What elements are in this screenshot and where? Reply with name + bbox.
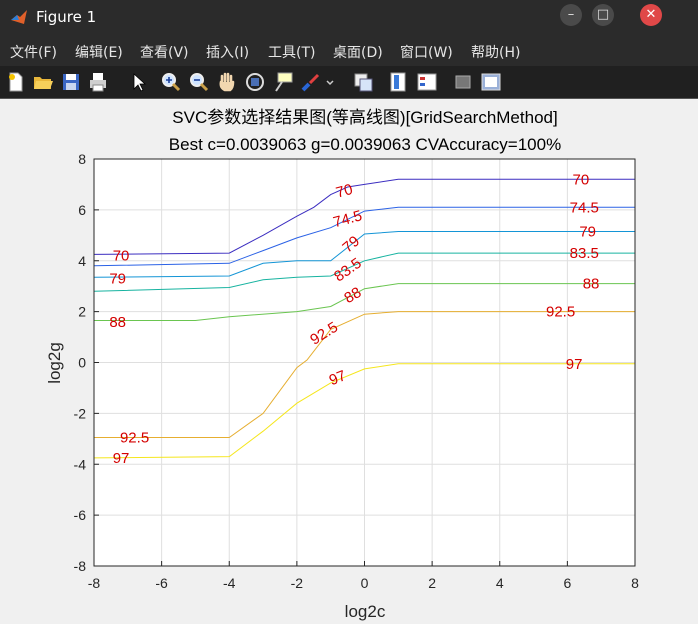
y-tick-label: 6	[78, 202, 86, 218]
title-bar: Figure 1 – □ ✕	[0, 0, 698, 36]
contour-label: 70	[113, 248, 130, 265]
menu-tools[interactable]: 工具(T)	[268, 42, 315, 62]
menu-bar: 文件(F) 编辑(E) 查看(V) 插入(I) 工具(T) 桌面(D) 窗口(W…	[0, 36, 698, 66]
rotate-3d-icon[interactable]	[244, 71, 266, 93]
hide-plot-tools-icon[interactable]	[452, 71, 474, 93]
open-file-icon[interactable]	[32, 71, 54, 93]
contour-label: 79	[579, 223, 596, 240]
legend-icon[interactable]	[416, 71, 438, 93]
x-tick-label: -2	[291, 575, 304, 591]
contour-label: 92.5	[546, 304, 575, 321]
x-tick-label: 0	[361, 575, 369, 591]
x-tick-label: -4	[223, 575, 236, 591]
new-figure-icon[interactable]	[5, 71, 27, 93]
menu-file[interactable]: 文件(F)	[10, 42, 57, 62]
contour-label: 97	[566, 356, 583, 373]
y-tick-label: 8	[78, 151, 86, 167]
figure-area: SVC参数选择结果图(等高线图)[GridSearchMethod] Best …	[0, 99, 698, 624]
y-tick-label: -6	[74, 507, 87, 523]
pan-hand-icon[interactable]	[216, 71, 238, 93]
menu-insert[interactable]: 插入(I)	[206, 42, 249, 62]
contour-label: 97	[113, 450, 130, 467]
show-plot-tools-icon[interactable]	[480, 71, 502, 93]
minimize-button[interactable]: –	[560, 4, 582, 26]
y-tick-label: -4	[74, 456, 87, 472]
y-tick-label: 0	[78, 355, 86, 371]
contour-label: 70	[573, 171, 590, 188]
y-tick-label: 2	[78, 304, 86, 320]
menu-edit[interactable]: 编辑(E)	[75, 42, 123, 62]
data-cursor-icon[interactable]	[272, 71, 294, 93]
matlab-logo-icon	[11, 10, 27, 24]
toolbar	[0, 66, 698, 99]
brush-dropdown-icon[interactable]	[324, 71, 336, 93]
colorbar-icon[interactable]	[388, 71, 410, 93]
zoom-in-icon[interactable]	[160, 71, 182, 93]
contour-label: 79	[109, 271, 126, 288]
y-tick-label: 4	[78, 253, 86, 269]
zoom-out-icon[interactable]	[188, 71, 210, 93]
x-tick-label: 4	[496, 575, 504, 591]
contour-plot: SVC参数选择结果图(等高线图)[GridSearchMethod] Best …	[45, 108, 639, 621]
menu-view[interactable]: 查看(V)	[140, 42, 189, 62]
chart-title: SVC参数选择结果图(等高线图)[GridSearchMethod]	[172, 108, 557, 127]
x-tick-label: -6	[155, 575, 168, 591]
menu-help[interactable]: 帮助(H)	[471, 42, 520, 62]
x-tick-label: 6	[563, 575, 571, 591]
x-axis-label: log2c	[345, 602, 386, 621]
close-button[interactable]: ✕	[640, 4, 662, 26]
x-tick-label: -8	[88, 575, 101, 591]
print-icon[interactable]	[87, 71, 109, 93]
pointer-icon[interactable]	[128, 71, 150, 93]
y-tick-label: -2	[74, 405, 87, 421]
maximize-button[interactable]: □	[592, 4, 614, 26]
brush-icon[interactable]	[300, 71, 322, 93]
y-axis-label: log2g	[45, 342, 64, 384]
contour-label: 83.5	[570, 245, 599, 262]
contour-label: 92.5	[120, 430, 149, 447]
y-tick-label: -8	[74, 558, 87, 574]
menu-desktop[interactable]: 桌面(D)	[333, 42, 383, 62]
contour-label: 88	[583, 276, 600, 293]
save-icon[interactable]	[60, 71, 82, 93]
chart-subtitle: Best c=0.0039063 g=0.0039063 CVAccuracy=…	[169, 135, 561, 154]
window-title: Figure 1	[36, 8, 97, 26]
contour-label: 88	[109, 314, 126, 331]
x-tick-label: 2	[428, 575, 436, 591]
menu-window[interactable]: 窗口(W)	[400, 42, 453, 62]
link-plot-icon[interactable]	[352, 71, 374, 93]
x-tick-label: 8	[631, 575, 639, 591]
contour-label: 74.5	[570, 199, 599, 216]
